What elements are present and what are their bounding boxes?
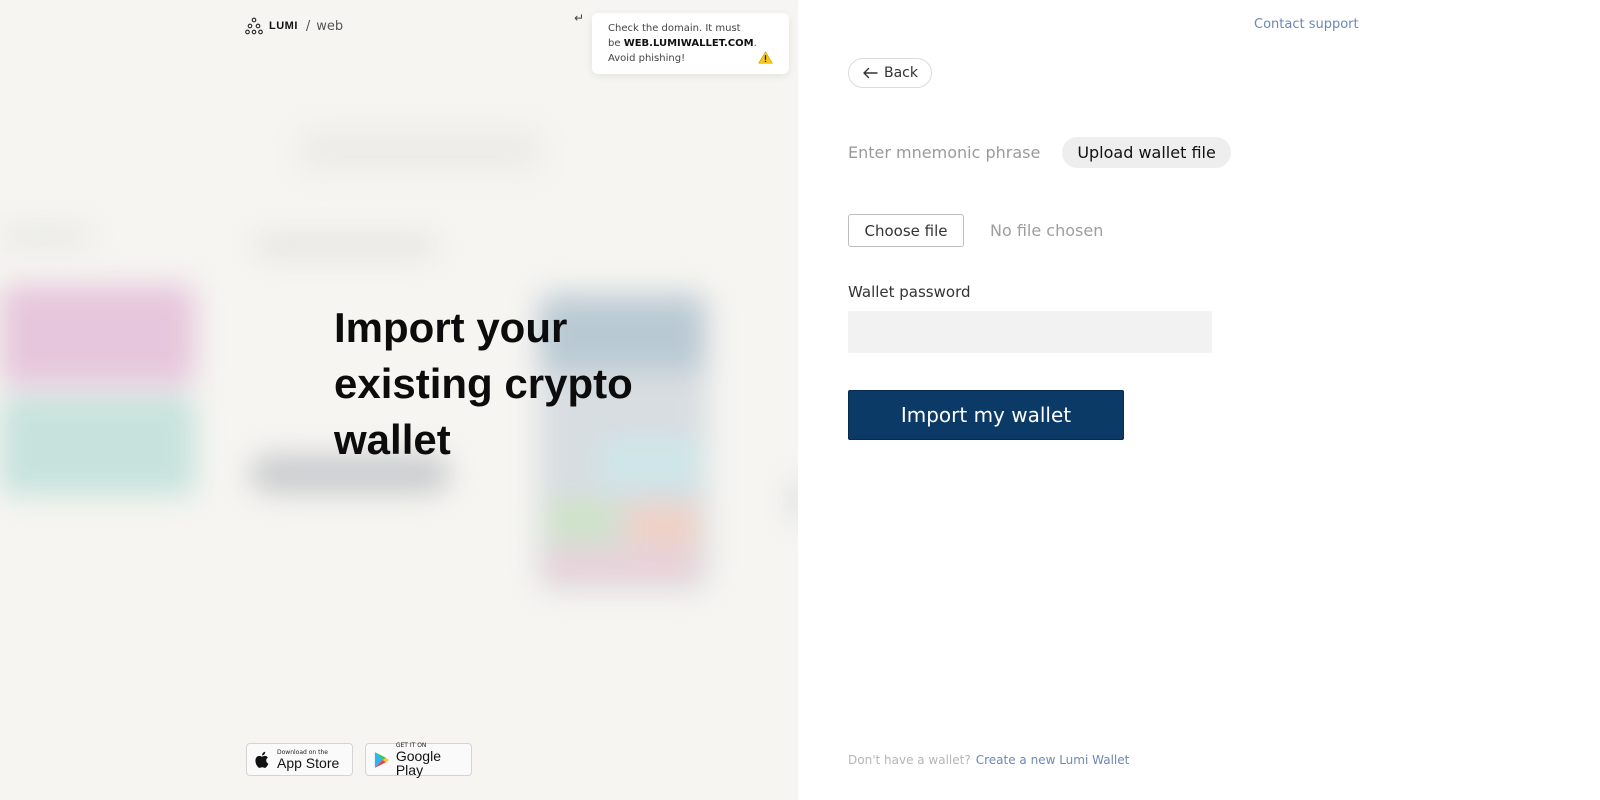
import-wallet-button[interactable]: Import my wallet bbox=[848, 390, 1124, 440]
tab-upload-wallet-file[interactable]: Upload wallet file bbox=[1062, 137, 1231, 168]
headline-line-3: wallet bbox=[334, 416, 451, 463]
brand-logo[interactable]: LUMI / web bbox=[245, 17, 343, 35]
google-play-button[interactable]: GET IT ON Google Play bbox=[365, 742, 472, 778]
choose-file-button[interactable]: Choose file bbox=[848, 214, 964, 247]
file-status: No file chosen bbox=[990, 221, 1104, 240]
apple-icon bbox=[255, 751, 269, 768]
footer: Don't have a wallet? Create a new Lumi W… bbox=[848, 753, 1129, 767]
google-play-icon bbox=[374, 751, 389, 768]
import-method-tabs: Enter mnemonic phrase Upload wallet file bbox=[848, 137, 1231, 168]
warning-icon bbox=[758, 51, 773, 64]
warning-domain: WEB.LUMIWALLET.COM bbox=[623, 38, 754, 49]
app-store-button[interactable]: Download on the App Store bbox=[246, 743, 353, 776]
back-label: Back bbox=[884, 65, 918, 81]
wallet-password-label: Wallet password bbox=[848, 283, 971, 301]
warning-line-2: be WEB.LUMIWALLET.COM. bbox=[608, 38, 757, 49]
right-panel: Contact support Back Enter mnemonic phra… bbox=[798, 0, 1600, 800]
phishing-warning: Check the domain. It must be WEB.LUMIWAL… bbox=[592, 13, 789, 74]
refresh-icon[interactable]: ↵ bbox=[574, 11, 584, 25]
headline-line-1: Import your bbox=[334, 304, 568, 351]
tab-mnemonic-phrase[interactable]: Enter mnemonic phrase bbox=[848, 143, 1040, 162]
left-panel: LUMI / web ↵ Check the domain. It must b… bbox=[0, 0, 798, 800]
brand-name: LUMI bbox=[269, 20, 298, 32]
warning-line-1: Check the domain. It must bbox=[608, 23, 741, 34]
arrow-left-icon bbox=[863, 67, 878, 79]
lumi-logo-icon bbox=[245, 17, 263, 35]
contact-support-link[interactable]: Contact support bbox=[1254, 17, 1359, 32]
footer-question: Don't have a wallet? bbox=[848, 753, 971, 767]
wallet-password-input[interactable] bbox=[848, 311, 1212, 353]
google-play-label: Google Play bbox=[395, 747, 441, 778]
brand-subtitle: web bbox=[316, 18, 344, 34]
warning-line-3: Avoid phishing! bbox=[608, 53, 686, 64]
brand-separator: / bbox=[305, 18, 311, 34]
headline-line-2: existing crypto bbox=[334, 360, 633, 407]
back-button[interactable]: Back bbox=[848, 58, 932, 88]
page-headline: Import your existing crypto wallet bbox=[334, 300, 694, 468]
create-wallet-link[interactable]: Create a new Lumi Wallet bbox=[976, 753, 1130, 767]
app-store-label: App Store bbox=[277, 754, 340, 771]
